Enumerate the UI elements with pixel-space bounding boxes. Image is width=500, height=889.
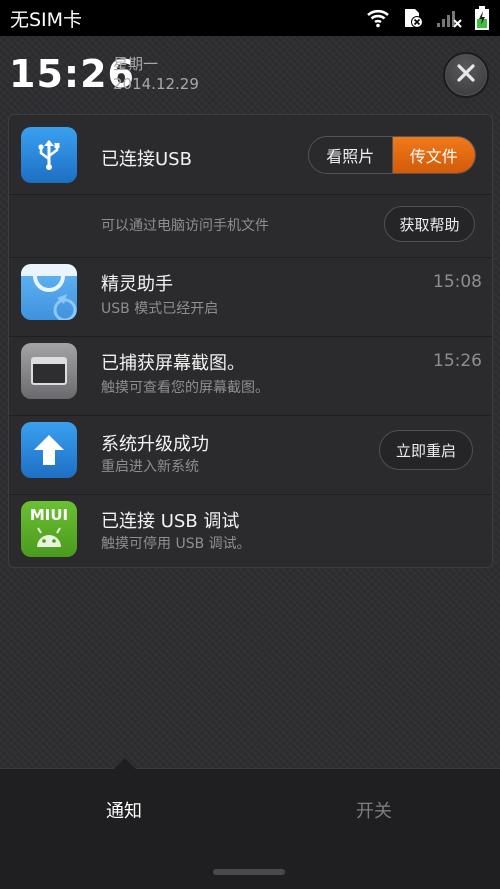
status-icons <box>366 5 490 31</box>
weekday-label: 星期一 <box>113 55 159 73</box>
close-icon <box>456 63 476 87</box>
get-help-button[interactable]: 获取帮助 <box>384 206 475 242</box>
no-sim-icon <box>402 7 424 29</box>
wifi-icon <box>366 8 390 28</box>
notification-title: 已连接 USB 调试 <box>101 511 240 532</box>
notification-title: 精灵助手 <box>101 274 173 295</box>
drag-handle[interactable] <box>213 869 285 875</box>
transfer-files-option[interactable]: 传文件 <box>392 137 475 173</box>
notification-time: 15:26 <box>433 351 482 371</box>
tab-toggles[interactable]: 开关 <box>356 797 392 823</box>
usb-help-row: 可以通过电脑访问手机文件 获取帮助 <box>9 195 492 258</box>
miui-logo-text: MIUI <box>29 506 69 524</box>
restart-now-button[interactable]: 立即重启 <box>379 430 473 470</box>
clear-notifications-button[interactable] <box>443 52 489 98</box>
usb-notification[interactable]: 已连接USB 看照片 传文件 <box>9 115 492 195</box>
usb-title: 已连接USB <box>101 149 192 170</box>
screenshot-icon <box>21 343 77 399</box>
usb-help-text: 可以通过电脑访问手机文件 <box>101 218 269 234</box>
notification-item[interactable]: 已捕获屏幕截图。 触摸可查看您的屏幕截图。 15:26 <box>9 337 492 416</box>
battery-charging-icon <box>474 5 490 31</box>
notification-panel: 已连接USB 看照片 传文件 可以通过电脑访问手机文件 获取帮助 精灵助手 US… <box>8 114 493 568</box>
shopping-bag-icon <box>21 264 77 320</box>
notification-item[interactable]: MIUI 已连接 USB 调试 触摸可停用 USB 调试。 <box>9 495 492 567</box>
notification-title: 系统升级成功 <box>101 434 209 455</box>
upgrade-arrow-icon <box>21 422 77 478</box>
notification-subtitle: 触摸可查看您的屏幕截图。 <box>101 380 269 396</box>
notification-subtitle: USB 模式已经开启 <box>101 301 219 317</box>
usb-mode-toggle: 看照片 传文件 <box>308 136 476 174</box>
signal-icon <box>436 8 462 28</box>
notification-subtitle: 触摸可停用 USB 调试。 <box>101 536 251 552</box>
view-photos-option[interactable]: 看照片 <box>309 137 393 173</box>
bottom-tab-bar: 通知 开关 <box>0 758 500 889</box>
notification-header: 15:26 星期一 2014.12.29 <box>0 36 500 114</box>
carrier-label: 无SIM卡 <box>10 8 83 31</box>
notification-title: 已捕获屏幕截图。 <box>101 353 245 374</box>
status-bar: 无SIM卡 <box>0 0 500 36</box>
notification-time: 15:08 <box>433 272 482 292</box>
notification-item[interactable]: 系统升级成功 重启进入新系统 立即重启 <box>9 416 492 495</box>
active-tab-indicator <box>114 758 136 769</box>
notification-item[interactable]: 精灵助手 USB 模式已经开启 15:08 <box>9 258 492 337</box>
date-label: 2014.12.29 <box>113 75 199 93</box>
tab-notifications[interactable]: 通知 <box>106 797 142 823</box>
miui-android-icon: MIUI <box>21 501 77 557</box>
usb-icon <box>21 127 77 183</box>
notification-subtitle: 重启进入新系统 <box>101 459 199 475</box>
